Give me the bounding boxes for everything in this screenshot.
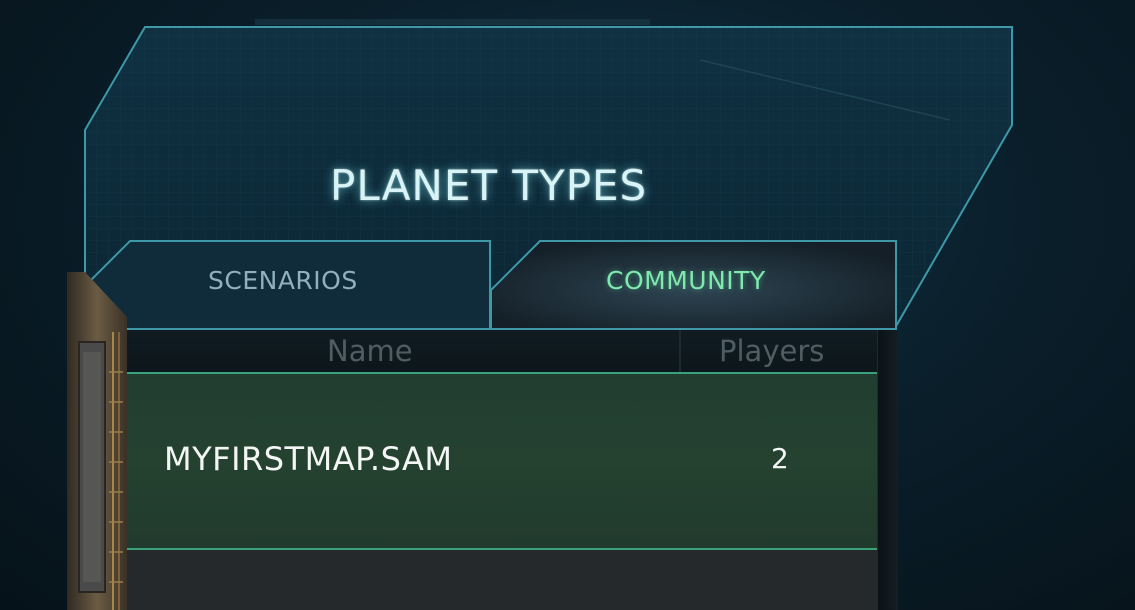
tab-scenarios[interactable]: SCENARIOS (90, 240, 492, 330)
map-browser-screen: PLANET TYPES SCENARIOS COMMUNITY Name Pl… (0, 0, 1135, 610)
column-header-name[interactable]: Name (327, 334, 413, 368)
column-header-players[interactable]: Players (719, 334, 824, 368)
frame-pillar-decoration (67, 272, 127, 610)
table-row[interactable]: MYFIRSTMAP.SAM 2 (127, 374, 877, 550)
page-title: PLANET TYPES (330, 161, 648, 210)
tab-scenarios-label: SCENARIOS (208, 266, 358, 295)
column-divider (679, 330, 681, 372)
players-cell: 2 (771, 442, 789, 475)
table-header: Name Players (127, 330, 877, 374)
tab-community-label: COMMUNITY (606, 266, 766, 295)
scrollbar[interactable] (877, 330, 898, 610)
map-name-cell: MYFIRSTMAP.SAM (164, 440, 453, 478)
map-list-table: Name Players MYFIRSTMAP.SAM 2 (127, 330, 898, 610)
table-empty-area (127, 550, 877, 610)
tab-community[interactable]: COMMUNITY (490, 240, 898, 330)
